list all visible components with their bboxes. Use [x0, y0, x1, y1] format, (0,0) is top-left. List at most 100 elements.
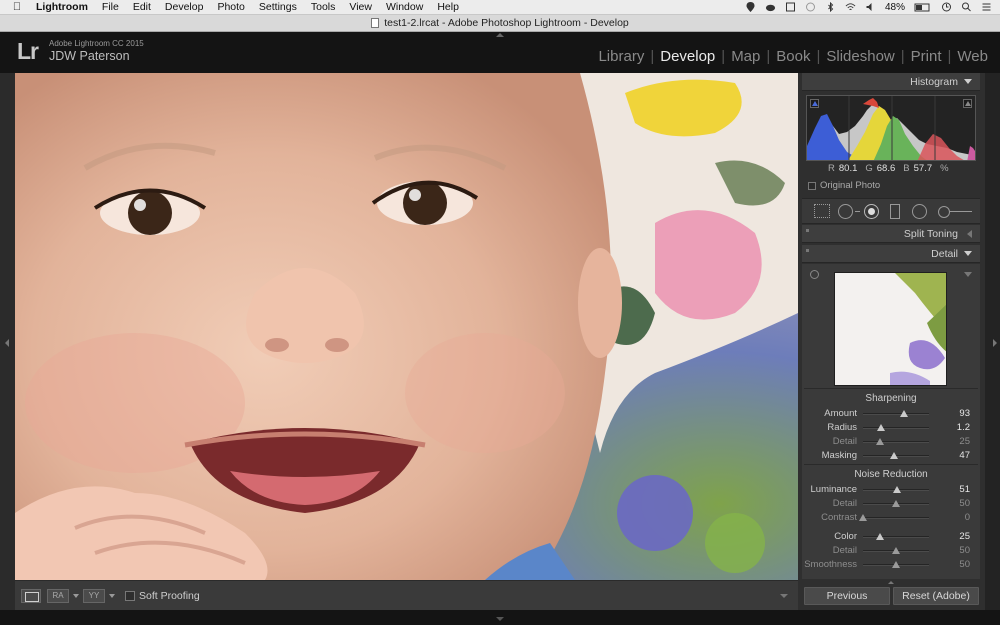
original-photo-checkbox[interactable] [808, 181, 816, 190]
slider-thumb[interactable] [875, 438, 884, 445]
panel-resize-grip-icon[interactable] [888, 581, 894, 584]
toolbar-menu-icon[interactable] [780, 594, 788, 598]
menu-tools[interactable]: Tools [304, 1, 343, 13]
slider-smoothness[interactable]: Smoothness 50 [802, 558, 980, 572]
clock-icon[interactable] [941, 2, 952, 12]
target-adjust-icon[interactable] [810, 270, 819, 279]
swap-dropdown-icon[interactable] [109, 594, 115, 598]
expand-filmstrip-icon[interactable] [496, 617, 504, 621]
slider-thumb[interactable] [892, 547, 900, 554]
slider-thumb[interactable] [875, 533, 884, 540]
slider-track[interactable] [863, 517, 929, 519]
slider-value[interactable]: 50 [959, 498, 970, 509]
apple-icon[interactable]:  [0, 1, 34, 13]
slider-value[interactable]: 50 [959, 545, 970, 556]
collapse-histogram-icon[interactable] [964, 79, 972, 84]
slider-contrast[interactable]: Contrast 0 [802, 511, 980, 525]
slider-value[interactable]: 1.2 [957, 422, 970, 433]
time-machine-icon[interactable] [805, 2, 816, 12]
slider-thumb[interactable] [890, 452, 899, 459]
loupe-view-button[interactable] [21, 589, 41, 603]
module-web[interactable]: Web [951, 48, 994, 65]
volume-icon[interactable] [865, 2, 876, 12]
collapse-top-panel-icon[interactable] [496, 33, 504, 37]
menu-window[interactable]: Window [379, 1, 430, 13]
slider-thumb[interactable] [892, 486, 901, 493]
slider-amount[interactable]: Amount 93 [802, 407, 980, 421]
histogram-panel-header[interactable]: Histogram [802, 73, 980, 91]
slider-detail[interactable]: Detail 50 [802, 497, 980, 511]
module-slideshow[interactable]: Slideshow [820, 48, 900, 65]
adjustment-brush-icon[interactable] [938, 204, 974, 219]
menu-view[interactable]: View [342, 1, 379, 13]
bluetooth-icon[interactable] [825, 2, 836, 12]
slider-radius[interactable]: Radius 1.2 [802, 421, 980, 435]
battery-icon[interactable] [914, 2, 932, 12]
menu-photo[interactable]: Photo [210, 1, 251, 13]
module-map[interactable]: Map [725, 48, 766, 65]
highlight-clipping-icon[interactable] [963, 99, 972, 108]
slider-track[interactable] [863, 441, 929, 443]
histogram-graph[interactable] [806, 95, 976, 161]
slider-thumb[interactable] [892, 561, 900, 568]
menu-help[interactable]: Help [430, 1, 466, 13]
module-print[interactable]: Print [905, 48, 948, 65]
search-icon[interactable] [961, 2, 972, 12]
preview-dropdown-icon[interactable] [964, 272, 972, 277]
dropbox-icon[interactable] [785, 2, 796, 12]
slider-detail[interactable]: Detail 25 [802, 435, 980, 449]
spot-removal-icon[interactable] [838, 204, 860, 219]
slider-detail[interactable]: Detail 50 [802, 544, 980, 558]
slider-track[interactable] [863, 413, 929, 415]
menu-app-lightroom[interactable]: Lightroom [34, 1, 95, 13]
collapse-detail-icon[interactable] [964, 251, 972, 256]
location-icon[interactable] [745, 2, 756, 12]
right-edge[interactable] [985, 73, 1000, 613]
slider-value[interactable]: 47 [959, 450, 970, 461]
slider-value[interactable]: 0 [965, 512, 970, 523]
slider-masking[interactable]: Masking 47 [802, 449, 980, 463]
module-library[interactable]: Library [592, 48, 650, 65]
graduated-filter-icon[interactable] [890, 204, 900, 219]
shadow-clipping-icon[interactable] [810, 99, 819, 108]
module-book[interactable]: Book [770, 48, 816, 65]
split-toning-panel-header[interactable]: Split Toning [802, 225, 980, 243]
before-after-button[interactable]: RA [47, 589, 69, 603]
panel-switch-icon[interactable] [806, 229, 809, 232]
left-panel-collapsed[interactable] [0, 73, 15, 613]
before-after-dropdown-icon[interactable] [73, 594, 79, 598]
slider-value[interactable]: 25 [959, 531, 970, 542]
list-icon[interactable] [981, 2, 992, 12]
cloud-icon[interactable] [765, 2, 776, 12]
collapse-right-panel-icon[interactable] [993, 339, 997, 347]
expand-left-panel-icon[interactable] [5, 339, 9, 347]
slider-track[interactable] [863, 427, 929, 429]
expand-split-toning-icon[interactable] [967, 230, 972, 238]
menu-develop[interactable]: Develop [158, 1, 211, 13]
soft-proofing-checkbox[interactable] [125, 591, 135, 601]
main-photo-view[interactable] [15, 73, 798, 580]
wifi-icon[interactable] [845, 2, 856, 12]
red-eye-icon[interactable] [864, 204, 879, 219]
slider-thumb[interactable] [899, 410, 908, 417]
reset-button[interactable]: Reset (Adobe) [893, 587, 979, 605]
filmstrip-collapsed[interactable] [0, 610, 1000, 625]
slider-thumb[interactable] [892, 500, 900, 507]
radial-filter-icon[interactable] [912, 204, 927, 219]
detail-preview[interactable] [834, 272, 947, 386]
slider-track[interactable] [863, 536, 929, 538]
slider-value[interactable]: 50 [959, 559, 970, 570]
slider-color[interactable]: Color 25 [802, 530, 980, 544]
slider-luminance[interactable]: Luminance 51 [802, 483, 980, 497]
panel-switch-icon[interactable] [806, 249, 809, 252]
crop-tool-icon[interactable] [814, 204, 830, 218]
slider-thumb[interactable] [877, 424, 886, 431]
before-after-swap-button[interactable]: YY [83, 589, 105, 603]
slider-value[interactable]: 25 [959, 436, 970, 447]
menu-settings[interactable]: Settings [252, 1, 304, 13]
slider-value[interactable]: 93 [959, 408, 970, 419]
menu-edit[interactable]: Edit [126, 1, 158, 13]
original-photo-row[interactable]: Original Photo [808, 180, 880, 191]
menu-file[interactable]: File [95, 1, 126, 13]
slider-value[interactable]: 51 [959, 484, 970, 495]
